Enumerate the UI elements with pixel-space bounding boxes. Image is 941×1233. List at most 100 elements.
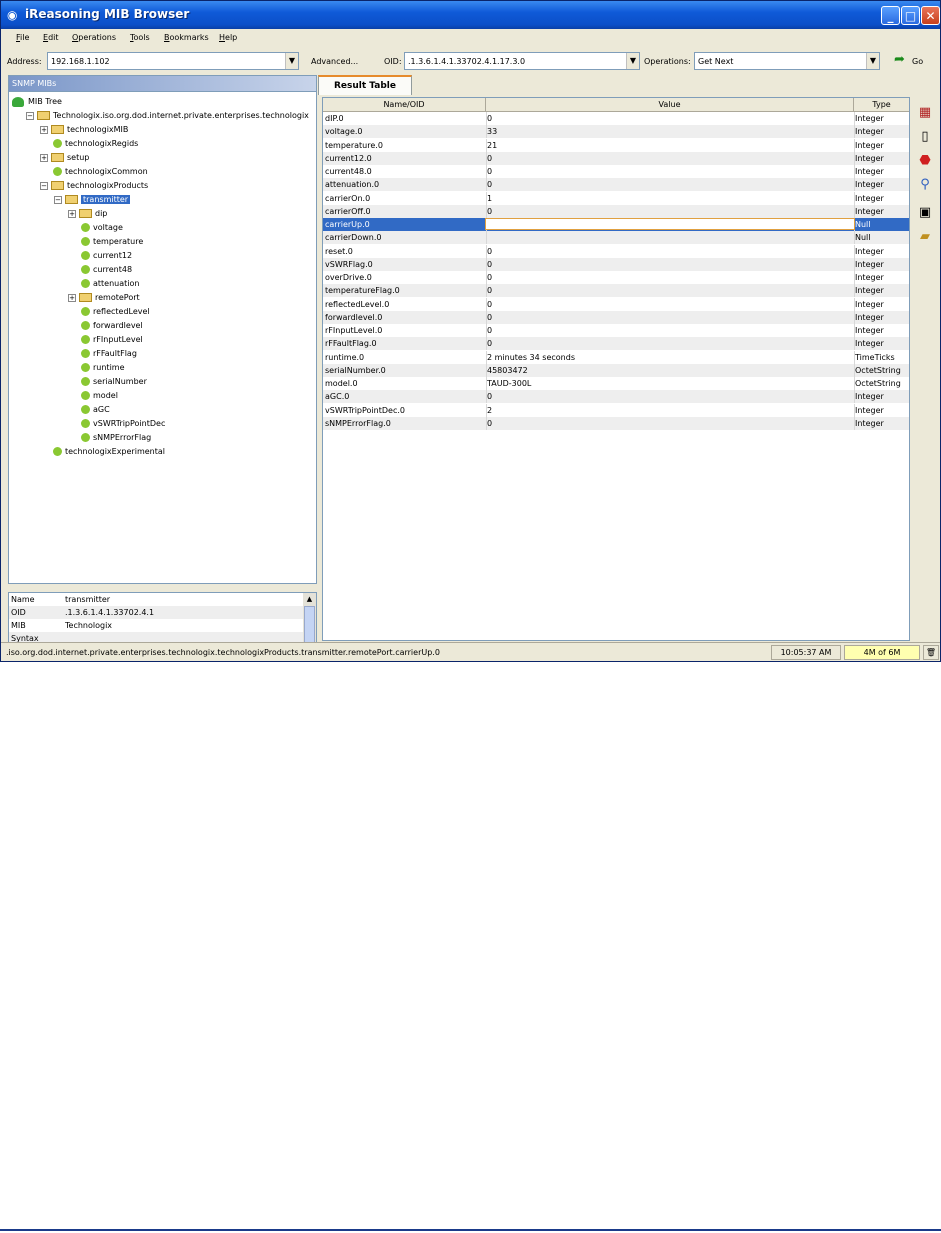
table-row[interactable]: runtime.0 2 minutes 34 seconds TimeTicks [323, 350, 909, 364]
address-combo[interactable]: 192.168.1.102 ▼ [47, 52, 299, 70]
tree-item[interactable]: model [68, 389, 118, 402]
tree-item[interactable]: attenuation [68, 277, 139, 290]
menu-file[interactable]: File [16, 33, 29, 42]
tree-item[interactable]: vSWRTripPointDec [68, 417, 165, 430]
tree-item[interactable]: aGC [68, 403, 110, 416]
tree-item[interactable]: reflectedLevel [68, 305, 150, 318]
tree-item[interactable]: current48 [68, 263, 132, 276]
table-row[interactable]: carrierUp.0 Null [323, 218, 909, 231]
table-row[interactable]: dIP.0 0 Integer [323, 112, 909, 125]
status-path: .iso.org.dod.internet.private.enterprise… [6, 648, 440, 657]
go-button[interactable]: Go [912, 57, 923, 66]
tree-item[interactable]: current12 [68, 249, 132, 262]
title-bar[interactable]: ◉ iReasoning MIB Browser _ □ ✕ [1, 1, 940, 29]
tree-item[interactable]: − technologixProducts [40, 179, 148, 192]
table-row[interactable]: attenuation.0 0 Integer [323, 178, 909, 192]
tree-item[interactable]: rFFaultFlag [68, 347, 137, 360]
table-row[interactable]: carrierOn.0 1 Integer [323, 191, 909, 205]
operations-select[interactable]: Get Next ▼ [694, 52, 880, 70]
column-header-name-oid[interactable]: Name/OID [323, 98, 486, 112]
scroll-up-arrow-icon[interactable]: ▲ [303, 593, 316, 605]
table-row[interactable]: vSWRTripPointDec.0 2 Integer [323, 403, 909, 417]
tree-item[interactable]: rFInputLevel [68, 333, 143, 346]
oid-combo[interactable]: .1.3.6.1.4.1.33702.4.1.17.3.0 ▼ [404, 52, 640, 70]
tree-item[interactable]: − transmitter [54, 193, 131, 206]
tree-item[interactable]: temperature [68, 235, 143, 248]
table-row[interactable]: current48.0 0 Integer [323, 165, 909, 178]
advanced-button[interactable]: Advanced... [311, 57, 358, 66]
tree-item[interactable]: forwardlevel [68, 319, 143, 332]
tree-item[interactable]: technologixExperimental [40, 445, 165, 458]
new-document-icon[interactable]: ▯ [917, 129, 933, 145]
expand-icon[interactable]: + [68, 209, 76, 218]
table-row[interactable]: current12.0 0 Integer [323, 151, 909, 165]
go-arrow-icon[interactable]: ➦ [894, 53, 910, 66]
menu-help[interactable]: Help [219, 33, 237, 42]
table-row[interactable]: reset.0 0 Integer [323, 244, 909, 258]
trash-icon[interactable]: 🗑 [923, 645, 939, 660]
cell-type: Integer [855, 326, 884, 335]
tree-item[interactable]: technologixRegids [40, 137, 138, 150]
table-row[interactable]: rFInputLevel.0 0 Integer [323, 324, 909, 337]
cell-name-oid: aGC.0 [325, 392, 350, 402]
tree-item[interactable]: sNMPErrorFlag [68, 431, 151, 444]
expand-icon[interactable]: + [40, 153, 48, 162]
menu-tools[interactable]: Tools [130, 33, 150, 42]
export-icon[interactable]: ▦ [917, 105, 933, 121]
table-row[interactable]: sNMPErrorFlag.0 0 Integer [323, 416, 909, 430]
tree-item-label: remotePort [95, 293, 140, 302]
tree-item[interactable]: runtime [68, 361, 125, 374]
table-row[interactable]: carrierDown.0 Null [323, 231, 909, 245]
search-icon[interactable]: ⚲ [917, 177, 933, 193]
table-row[interactable]: carrierOff.0 0 Integer [323, 204, 909, 218]
chevron-down-icon[interactable]: ▼ [285, 53, 298, 69]
table-row[interactable]: voltage.0 33 Integer [323, 125, 909, 139]
cell-name-oid: temperatureFlag.0 [325, 286, 400, 296]
table-row[interactable]: overDrive.0 0 Integer [323, 271, 909, 284]
tree-item[interactable]: − Technologix.iso.org.dod.internet.privat… [26, 109, 309, 122]
column-header-value[interactable]: Value [486, 98, 854, 112]
tree-item[interactable]: + dip [68, 207, 107, 220]
tab-result-table[interactable]: Result Table [318, 75, 412, 95]
menu-bookmarks[interactable]: Bookmarks [164, 33, 209, 42]
table-row[interactable]: vSWRFlag.0 0 Integer [323, 257, 909, 271]
tree-item[interactable]: + technologixMIB [40, 123, 128, 136]
tree-item-label: reflectedLevel [93, 307, 150, 316]
table-row[interactable]: rFFaultFlag.0 0 Integer [323, 337, 909, 351]
open-folder-icon[interactable]: ▰ [917, 229, 933, 245]
chevron-down-icon[interactable]: ▼ [626, 53, 639, 69]
tree-item[interactable]: serialNumber [68, 375, 147, 388]
tree-item[interactable]: technologixCommon [40, 165, 148, 178]
tree-item-label: MIB Tree [28, 97, 62, 106]
expand-icon[interactable]: + [68, 293, 76, 302]
table-row[interactable]: temperature.0 21 Integer [323, 138, 909, 152]
table-row[interactable]: temperatureFlag.0 0 Integer [323, 284, 909, 298]
stop-icon[interactable]: ⬣ [917, 153, 933, 169]
tree-item[interactable]: + remotePort [68, 291, 140, 304]
result-tabs: Result Table [317, 75, 911, 97]
minimize-button[interactable]: _ [881, 6, 900, 25]
chevron-down-icon[interactable]: ▼ [866, 53, 879, 69]
tree-item[interactable]: + setup [40, 151, 89, 164]
table-row[interactable]: model.0 TAUD-300L OctetString [323, 377, 909, 390]
column-header-type[interactable]: Type [854, 98, 909, 112]
table-row[interactable]: aGC.0 0 Integer [323, 390, 909, 404]
mib-tree[interactable]: MIB Tree − Technologix.iso.org.dod.interne… [8, 92, 317, 584]
table-row[interactable]: forwardlevel.0 0 Integer [323, 310, 909, 324]
close-button[interactable]: ✕ [921, 6, 940, 25]
tree-item-label: technologixExperimental [65, 447, 165, 456]
table-row[interactable]: serialNumber.0 45803472 OctetString [323, 363, 909, 377]
expand-icon[interactable]: + [40, 125, 48, 134]
menu-edit[interactable]: Edit [43, 33, 59, 42]
menu-operations[interactable]: Operations [72, 33, 116, 42]
value-edit-cell[interactable] [485, 218, 855, 230]
tree-item[interactable]: voltage [68, 221, 123, 234]
maximize-button[interactable]: □ [901, 6, 920, 25]
collapse-icon[interactable]: − [40, 181, 48, 190]
collapse-icon[interactable]: − [54, 195, 62, 204]
save-icon[interactable]: ▣ [917, 205, 933, 221]
table-row[interactable]: reflectedLevel.0 0 Integer [323, 297, 909, 311]
cell-type: Null [855, 220, 871, 229]
tree-item[interactable]: MIB Tree [12, 95, 62, 108]
collapse-icon[interactable]: − [26, 111, 34, 120]
